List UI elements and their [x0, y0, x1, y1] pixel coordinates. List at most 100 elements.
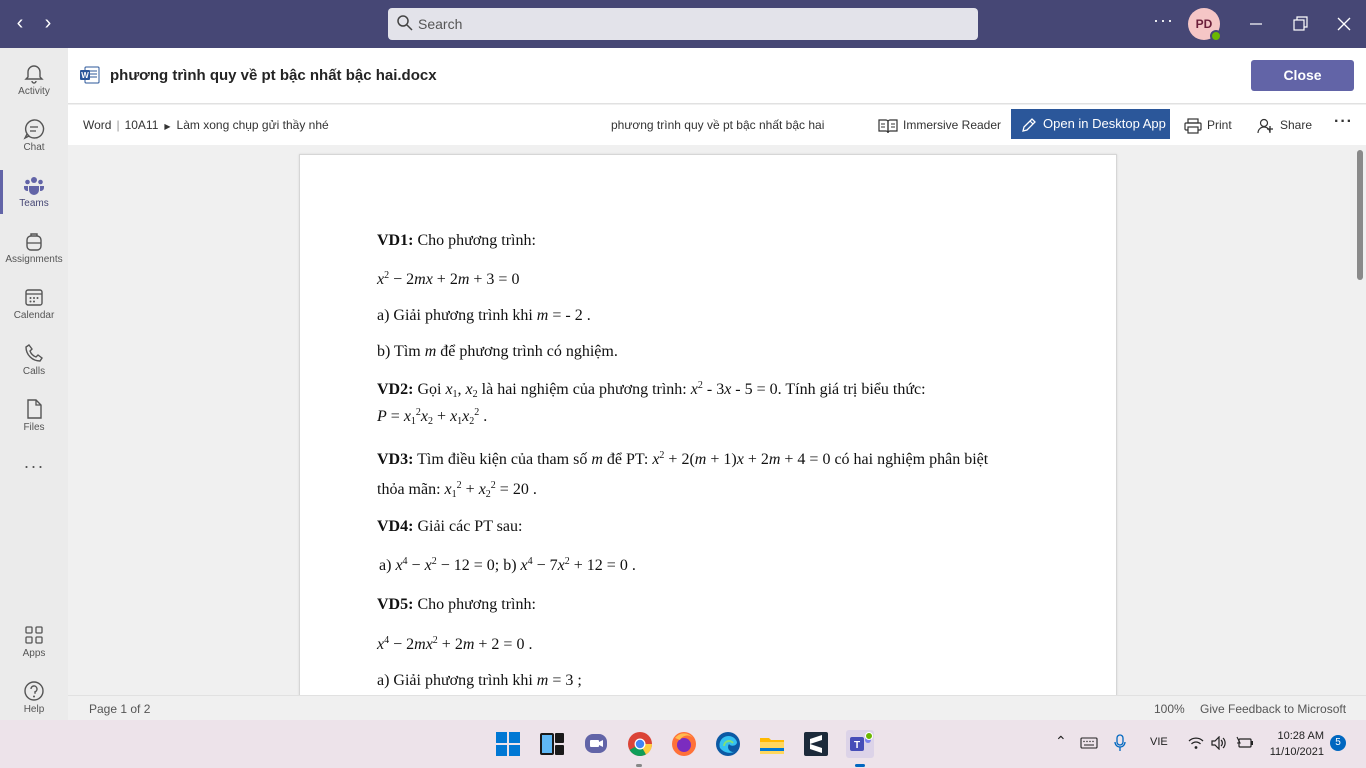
teams-icon	[24, 177, 44, 195]
minimize-icon[interactable]	[1244, 12, 1268, 36]
breadcrumb-channel[interactable]: Làm xong chụp gửi thầy nhé	[177, 118, 329, 132]
clock-date: 11/10/2021	[1269, 746, 1324, 758]
rail-item-chat[interactable]: Chat	[0, 108, 68, 164]
open-in-desktop-app-button[interactable]: Open in Desktop App	[1011, 109, 1170, 139]
avatar[interactable]: PD	[1188, 8, 1222, 42]
settings-more-button[interactable]: ···	[1153, 10, 1174, 31]
vd3-label: VD3:	[377, 451, 414, 468]
vd4-equations: a) x4 − x2 − 12 = 0; b) x4 − 7x2 + 12 = …	[379, 556, 636, 574]
rail-item-calls[interactable]: Calls	[0, 332, 68, 388]
rail-label: Chat	[23, 142, 45, 153]
immersive-reader-icon	[878, 119, 898, 133]
rail-item-calendar[interactable]: Calendar	[0, 276, 68, 332]
vd3-pre: Tìm điều kiện của tham số	[413, 451, 592, 468]
rail-label: Files	[23, 422, 45, 433]
file-explorer-icon[interactable]	[758, 730, 786, 758]
page-count: Page 1 of 2	[89, 702, 151, 716]
zoom-level[interactable]: 100%	[1154, 702, 1185, 716]
input-language[interactable]: VIE	[1150, 736, 1168, 748]
rail-item-activity[interactable]: Activity	[0, 52, 68, 108]
close-button[interactable]: Close	[1251, 60, 1354, 91]
word-toolbar: Word | 10A11 ▶ Làm xong chụp gửi thầy nhé ph…	[68, 105, 1366, 145]
avatar-initials: PD	[1195, 17, 1213, 31]
rail-item-assignments[interactable]: Assignments	[0, 220, 68, 276]
volume-icon[interactable]	[1211, 736, 1227, 750]
rail-label: Calls	[22, 366, 46, 377]
vd5-heading: VD5: Cho phương trình:	[377, 596, 536, 614]
chrome-icon[interactable]	[626, 730, 654, 758]
rail-item-apps[interactable]: Apps	[0, 614, 68, 670]
vd5-a-cond: = 3 ;	[548, 672, 582, 689]
word-document-icon: W	[80, 66, 100, 84]
vd5-label: VD5:	[377, 596, 414, 613]
vd4-a: a)	[379, 557, 396, 574]
vd2-line: VD2: Gọi x1, x2 là hai nghiệm của phương…	[377, 380, 926, 400]
rail-label: Apps	[22, 648, 46, 659]
task-view-icon[interactable]	[538, 730, 566, 758]
close-window-icon[interactable]	[1332, 12, 1356, 36]
vd1-heading: VD1: Cho phương trình:	[377, 232, 536, 250]
breadcrumb-app[interactable]: Word	[83, 118, 111, 132]
microphone-icon[interactable]	[1113, 734, 1127, 752]
rail-item-files[interactable]: Files	[0, 388, 68, 444]
back-arrow-icon[interactable]: ‹	[8, 12, 32, 36]
share-person-icon	[1257, 118, 1273, 133]
vd1-label: VD1:	[377, 232, 414, 249]
more-apps-button[interactable]: ···	[0, 456, 68, 477]
keyboard-icon[interactable]	[1080, 736, 1098, 750]
title-bar: ‹ › Search ··· PD	[0, 0, 1366, 48]
clock-time: 10:28 AM	[1277, 730, 1324, 742]
vd4-text: Giải các PT sau:	[413, 518, 523, 535]
edge-icon[interactable]	[714, 730, 742, 758]
vd3-mid: để PT:	[602, 451, 653, 468]
rail-label: Teams	[19, 198, 49, 209]
rail-item-teams[interactable]: Teams	[0, 164, 68, 220]
vd2-expression: P = x12x2 + x1x22 .	[377, 407, 488, 427]
share-button[interactable]: Share	[1257, 114, 1312, 136]
teams-taskbar-icon[interactable]: T	[846, 730, 874, 758]
clock[interactable]: 10:28 AM 11/10/2021	[1262, 728, 1324, 760]
share-label: Share	[1280, 118, 1313, 132]
rail-label: Assignments	[5, 254, 63, 265]
wifi-icon[interactable]	[1188, 736, 1204, 750]
scrollbar-thumb[interactable]	[1357, 150, 1363, 280]
running-app-indicator	[636, 764, 642, 767]
rail-item-help[interactable]: Help	[0, 670, 68, 726]
windows-taskbar: T ⌃ VIE 10:28 AM 11/10/2021 5	[0, 720, 1366, 768]
battery-icon[interactable]	[1236, 736, 1254, 750]
app-rail: Activity Chat Teams Assignments Calendar…	[0, 48, 68, 720]
forward-arrow-icon[interactable]: ›	[36, 12, 60, 36]
document-viewer[interactable]: VD1: Cho phương trình: x2 − 2mx + 2m + 3…	[68, 145, 1355, 695]
windows-start-icon[interactable]	[494, 730, 522, 758]
document-scrollbar[interactable]	[1355, 145, 1366, 695]
more-options-button[interactable]: ···	[1334, 113, 1353, 131]
immersive-reader-button[interactable]: Immersive Reader	[878, 114, 1001, 136]
pencil-icon	[1022, 117, 1036, 132]
vd5-equation: x4 − 2mx2 + 2m + 2 = 0 .	[377, 635, 533, 653]
presence-available-icon	[1210, 30, 1222, 42]
file-header: W phương trình quy về pt bậc nhất bậc ha…	[68, 48, 1366, 104]
breadcrumb-separator: |	[116, 118, 120, 132]
vd3-post: có hai nghiệm phân biệt	[830, 451, 989, 468]
svg-text:W: W	[81, 71, 89, 80]
feedback-link[interactable]: Give Feedback to Microsoft	[1200, 702, 1346, 716]
vd2-pre: Gọi	[413, 381, 446, 398]
meet-chat-icon[interactable]	[582, 730, 610, 758]
firefox-icon[interactable]	[670, 730, 698, 758]
vd2-post: . Tính giá trị biểu thức:	[777, 381, 926, 398]
file-title: phương trình quy về pt bậc nhất bậc hai.…	[110, 67, 437, 84]
search-input[interactable]: Search	[388, 8, 978, 40]
vd4-b: b)	[499, 557, 521, 574]
phone-icon	[25, 344, 43, 362]
sublime-app-icon[interactable]	[802, 730, 830, 758]
restore-icon[interactable]	[1288, 12, 1312, 36]
notification-badge[interactable]: 5	[1330, 735, 1346, 751]
breadcrumb-team[interactable]: 10A11	[125, 118, 159, 132]
vd3-line2: thỏa mãn:	[377, 481, 445, 498]
printer-icon	[1184, 118, 1202, 134]
print-button[interactable]: Print	[1184, 114, 1232, 136]
vd5-a-pre: a) Giải phương trình khi	[377, 672, 537, 689]
rail-label: Activity	[18, 86, 50, 97]
vd5-text: Cho phương trình:	[413, 596, 536, 613]
chevron-up-icon[interactable]: ⌃	[1055, 733, 1067, 750]
